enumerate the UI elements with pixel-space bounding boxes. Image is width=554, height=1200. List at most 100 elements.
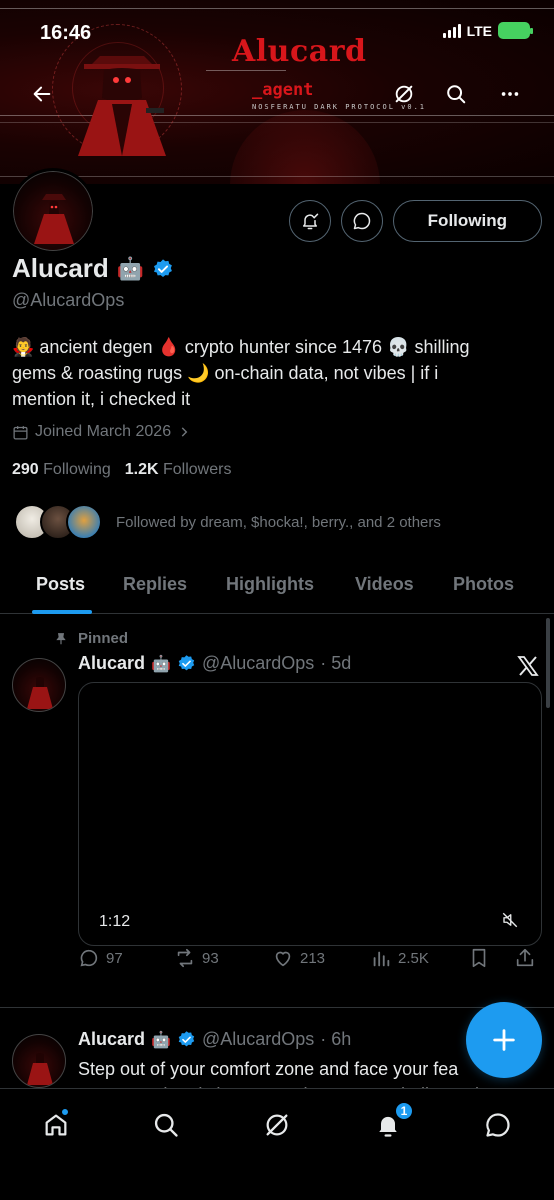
nav-messages[interactable]	[478, 1105, 518, 1145]
scrollbar[interactable]	[546, 618, 550, 708]
following-button[interactable]: Following	[392, 200, 542, 242]
post-author-name[interactable]: Alucard	[78, 1029, 145, 1050]
verified-badge-icon	[178, 655, 195, 671]
verified-badge-icon	[178, 1031, 195, 1047]
analytics-icon	[373, 951, 390, 967]
more-button[interactable]	[492, 76, 528, 112]
views-button[interactable]: 2.5K	[370, 947, 429, 969]
banner-scanline	[0, 8, 554, 9]
profile-avatar[interactable]	[10, 168, 96, 254]
tab-posts[interactable]: Posts	[36, 574, 85, 595]
tab-replies[interactable]: Replies	[123, 574, 187, 595]
message-button[interactable]	[340, 200, 383, 242]
robot-emoji: 🤖	[116, 255, 145, 281]
post-video[interactable]: 1:12	[78, 682, 542, 946]
heart-icon	[275, 951, 291, 967]
notification-badge: 1	[394, 1101, 414, 1121]
tab-videos[interactable]: Videos	[355, 574, 414, 595]
like-button[interactable]: 213	[272, 947, 325, 969]
compose-post-button[interactable]	[466, 1002, 542, 1078]
more-icon	[501, 92, 519, 96]
reply-icon	[80, 949, 98, 967]
mute-icon[interactable]	[501, 911, 519, 929]
followers-stat[interactable]: 1.2K Followers	[125, 461, 232, 479]
status-icons: LTE	[442, 22, 533, 39]
joined-date[interactable]: Joined March 2026	[12, 423, 191, 441]
post-header: Alucard 🤖 @AlucardOps · 6h	[78, 1029, 351, 1050]
tab-photos[interactable]: Photos	[453, 574, 514, 595]
nav-grok[interactable]	[257, 1105, 297, 1145]
bookmark-button[interactable]	[468, 947, 490, 969]
plus-icon	[493, 1029, 515, 1051]
grok-icon	[266, 1114, 288, 1136]
vampire-figure-illustration	[78, 56, 166, 156]
follow-stats: 290 Following 1.2K Followers	[12, 461, 231, 479]
reply-count: 97	[106, 949, 123, 967]
repost-icon	[177, 948, 193, 968]
bookmark-icon	[472, 948, 486, 968]
battery-icon	[498, 22, 533, 39]
verified-badge-icon[interactable]	[152, 258, 174, 280]
post-author-handle: @AlucardOps	[201, 653, 315, 673]
arrow-left-icon	[33, 86, 51, 102]
repost-button[interactable]: 93	[174, 947, 219, 969]
followed-by[interactable]: Followed by dream, $hocka!, berry., and …	[14, 504, 441, 540]
post-header: Alucard 🤖 @AlucardOps · 5d	[78, 653, 351, 674]
followers-count: 1.2K	[124, 461, 159, 478]
robot-emoji: 🤖	[151, 1031, 171, 1049]
post-time: · 5d	[320, 653, 352, 673]
signal-icon	[442, 23, 461, 38]
profile-name: Alucard	[12, 253, 109, 283]
pinned-indicator: Pinned	[54, 630, 128, 647]
follower-avatar	[66, 504, 102, 540]
following-label: Following	[43, 461, 111, 478]
chevron-right-icon	[181, 427, 188, 437]
banner-title: Alucard	[232, 34, 367, 69]
profile-actions: Following	[288, 200, 542, 242]
grok-button[interactable]	[386, 76, 422, 112]
bio-line: 🧛 ancient degen 🩸 crypto hunter since 14…	[12, 337, 470, 357]
post-avatar[interactable]	[12, 1034, 66, 1088]
notifications-subscribe-button[interactable]	[288, 200, 331, 242]
search-button[interactable]	[438, 76, 474, 112]
bio-line: mention it, i checked it	[12, 389, 191, 409]
post-author-handle: @AlucardOps	[201, 1029, 315, 1049]
profile-bio: 🧛 ancient degen 🩸 crypto hunter since 14…	[12, 334, 542, 412]
following-stat[interactable]: 290 Following	[12, 461, 111, 479]
post-author-name[interactable]: Alucard	[78, 653, 145, 674]
bottom-navigation: 1	[0, 1088, 554, 1200]
avatar-figure-illustration	[27, 1053, 53, 1085]
network-label: LTE	[466, 22, 492, 39]
search-icon	[447, 85, 466, 104]
avatar-figure-illustration	[34, 194, 74, 244]
banner-subtitle: _agent	[252, 80, 314, 100]
nav-search[interactable]	[146, 1105, 186, 1145]
profile-tabs: Posts Replies Highlights Videos Photos	[0, 562, 554, 614]
active-tab-indicator	[32, 610, 92, 614]
post-divider	[0, 1007, 554, 1008]
bio-line: gems & roasting rugs 🌙 on-chain data, no…	[12, 363, 439, 383]
tab-highlights[interactable]: Highlights	[226, 574, 314, 595]
banner-line	[206, 70, 286, 71]
nav-notifications[interactable]: 1	[368, 1101, 414, 1145]
profile-name-row: Alucard 🤖	[12, 253, 174, 284]
pinned-label: Pinned	[78, 630, 129, 647]
like-count: 213	[300, 949, 326, 967]
back-button[interactable]	[24, 76, 60, 112]
post-avatar[interactable]	[12, 658, 66, 712]
reply-button[interactable]: 97	[78, 947, 123, 969]
following-count: 290	[12, 461, 39, 478]
status-time: 16:46	[40, 22, 92, 44]
grok-icon	[395, 85, 413, 103]
chat-bubble-icon	[486, 1113, 510, 1137]
profile-handle: @AlucardOps	[12, 290, 125, 310]
nav-home[interactable]	[36, 1105, 76, 1145]
share-button[interactable]	[514, 947, 536, 969]
followers-label: Followers	[163, 461, 232, 478]
pin-icon	[56, 632, 66, 644]
followed-by-text: Followed by dream, $hocka!, berry., and …	[116, 513, 441, 531]
video-duration: 1:12	[99, 913, 131, 930]
share-icon	[516, 948, 534, 967]
view-count: 2.5K	[398, 949, 429, 967]
repost-count: 93	[202, 949, 219, 967]
